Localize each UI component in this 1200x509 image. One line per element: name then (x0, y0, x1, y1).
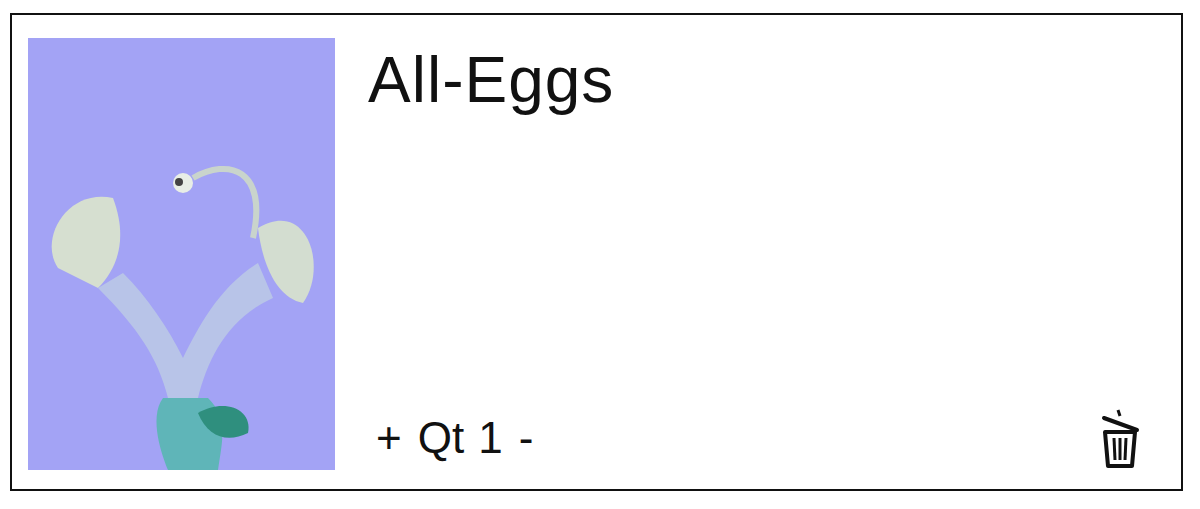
trash-icon (1099, 406, 1141, 470)
item-title: All-Eggs (368, 44, 1141, 118)
quantity-label: Qt (418, 412, 464, 465)
decrease-button[interactable]: - (517, 412, 536, 465)
cart-item: All-Eggs + Qt 1 - (10, 13, 1183, 491)
delete-button[interactable] (1099, 406, 1141, 470)
product-image (28, 38, 335, 470)
increase-button[interactable]: + (374, 412, 404, 465)
item-info: All-Eggs + Qt 1 - (335, 38, 1141, 470)
quantity-value: 1 (478, 412, 502, 465)
quantity-control: + Qt 1 - (368, 412, 535, 465)
